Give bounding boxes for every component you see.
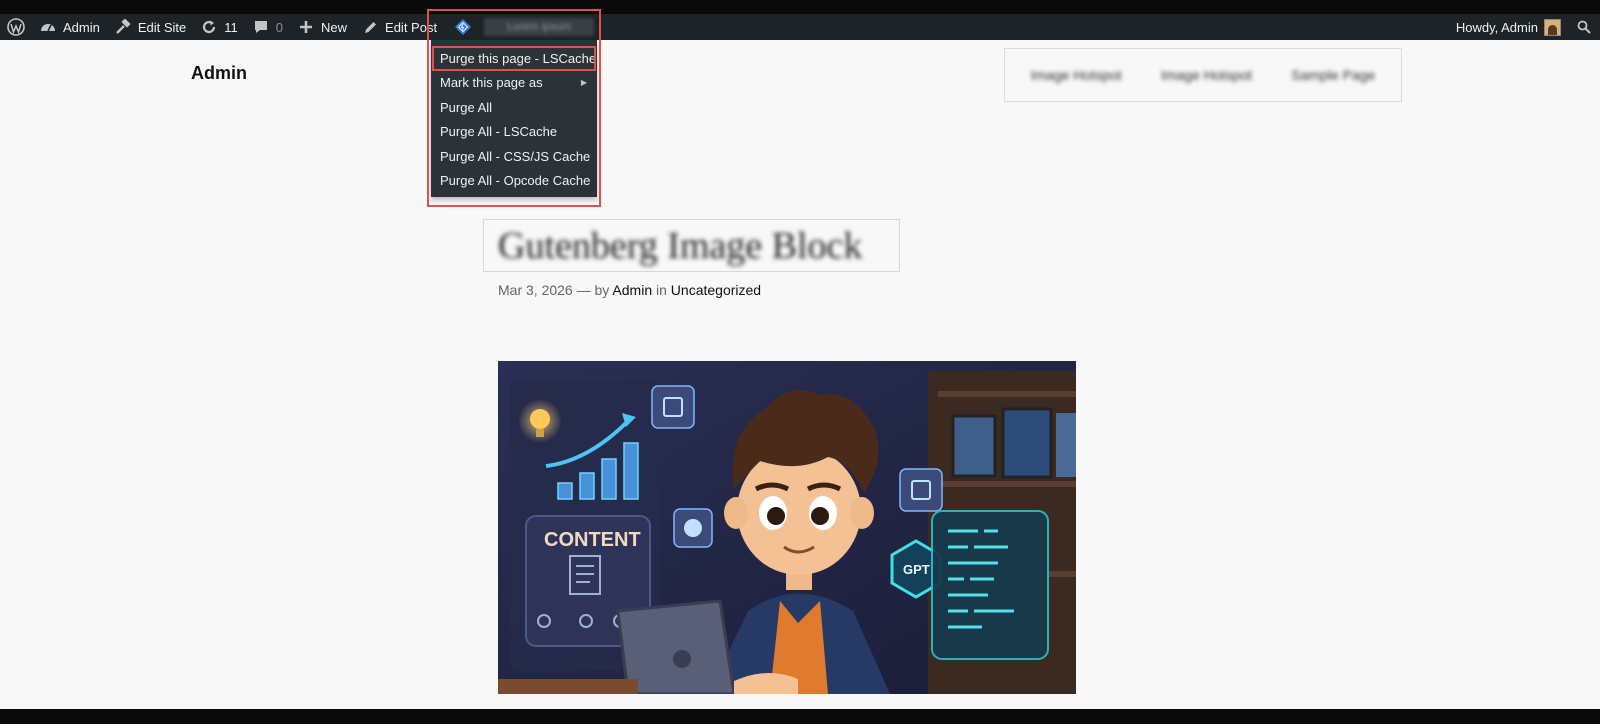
pencil-icon [361, 18, 379, 36]
menu-item-label: Purge All [440, 99, 493, 115]
nav-link-image-hotspot-1[interactable]: Image Hotspot [1031, 67, 1122, 83]
edit-post-button[interactable]: Edit Post [354, 14, 444, 40]
edit-site-label: Edit Site [137, 19, 187, 35]
menu-item-mark-page[interactable]: Mark this page as ▶ [431, 71, 597, 96]
updates-button[interactable]: 11 [193, 14, 245, 40]
meta-by: by [594, 282, 610, 298]
plus-icon [297, 18, 315, 36]
search-icon [1575, 18, 1593, 36]
site-name-label: Admin [63, 19, 100, 35]
new-label: New [321, 19, 348, 35]
menu-item-label: Purge All - LSCache [440, 124, 558, 140]
litespeed-cache-menu[interactable]: Lorem ipsum [444, 14, 601, 40]
submenu-arrow-icon: ▶ [580, 78, 587, 88]
edit-site-button[interactable]: Edit Site [107, 14, 193, 40]
wordpress-logo-icon [7, 18, 25, 36]
litespeed-diamond-icon [454, 18, 472, 36]
cache-status-blurred: Lorem ipsum [484, 18, 595, 36]
site-title[interactable]: Admin [191, 63, 247, 84]
top-band [0, 0, 1600, 14]
wp-admin-bar: Admin Edit Site 11 0 New Edit Post Lorem… [0, 14, 1600, 40]
menu-item-label: Purge All - CSS/JS Cache [440, 148, 591, 164]
comment-bubble-icon [252, 18, 270, 36]
nav-link-image-hotspot-2[interactable]: Image Hotspot [1161, 67, 1252, 83]
avatar [1544, 18, 1561, 36]
site-navigation: Image Hotspot Image Hotspot Sample Page [1004, 48, 1402, 102]
meta-separator: — [576, 282, 591, 298]
comments-button[interactable]: 0 [245, 14, 290, 40]
menu-item-purge-all-cssjs[interactable]: Purge All - CSS/JS Cache [431, 144, 597, 169]
meta-in: in [656, 282, 667, 298]
comments-count: 0 [275, 19, 284, 35]
menu-item-purge-all-lscache[interactable]: Purge All - LSCache [431, 120, 597, 145]
updates-count: 11 [224, 19, 238, 35]
menu-item-purge-all-opcode[interactable]: Purge All - Opcode Cache [431, 169, 597, 194]
litespeed-dropdown-menu: Purge this page - LSCache Mark this page… [431, 40, 597, 197]
menu-item-purge-this-page[interactable]: Purge this page - LSCache [432, 46, 596, 71]
gpt-badge-label: GPT [903, 562, 930, 577]
post-category-link[interactable]: Uncategorized [671, 282, 761, 298]
admin-bar-right: Howdy, Admin [1449, 14, 1600, 40]
nav-link-sample-page[interactable]: Sample Page [1291, 67, 1375, 83]
post-author-link[interactable]: Admin [612, 282, 652, 298]
content-board-label: CONTENT [544, 529, 641, 551]
search-button[interactable] [1568, 14, 1600, 40]
featured-image: CONTENT GPT [498, 361, 1076, 694]
bottom-band [0, 709, 1600, 724]
post-title-box: Gutenberg Image Block [483, 219, 900, 272]
wordpress-logo-menu[interactable] [0, 14, 32, 40]
post-title: Gutenberg Image Block [498, 224, 863, 267]
refresh-icon [200, 18, 218, 36]
dashboard-gauge-icon [39, 18, 57, 36]
menu-item-label: Mark this page as [440, 75, 543, 91]
post-meta: Mar 3, 2026 — by Admin in Uncategorized [498, 282, 761, 298]
edit-post-label: Edit Post [385, 19, 438, 35]
menu-item-label: Purge All - Opcode Cache [440, 173, 591, 189]
hammer-icon [114, 18, 132, 36]
new-content-button[interactable]: New [290, 14, 354, 40]
menu-item-label: Purge this page - LSCache [440, 50, 597, 66]
site-name-menu[interactable]: Admin [32, 14, 107, 40]
howdy-greeting: Howdy, Admin [1455, 19, 1538, 35]
menu-item-purge-all[interactable]: Purge All [431, 95, 597, 120]
post-date[interactable]: Mar 3, 2026 [498, 282, 573, 298]
my-account-menu[interactable]: Howdy, Admin [1449, 14, 1568, 40]
